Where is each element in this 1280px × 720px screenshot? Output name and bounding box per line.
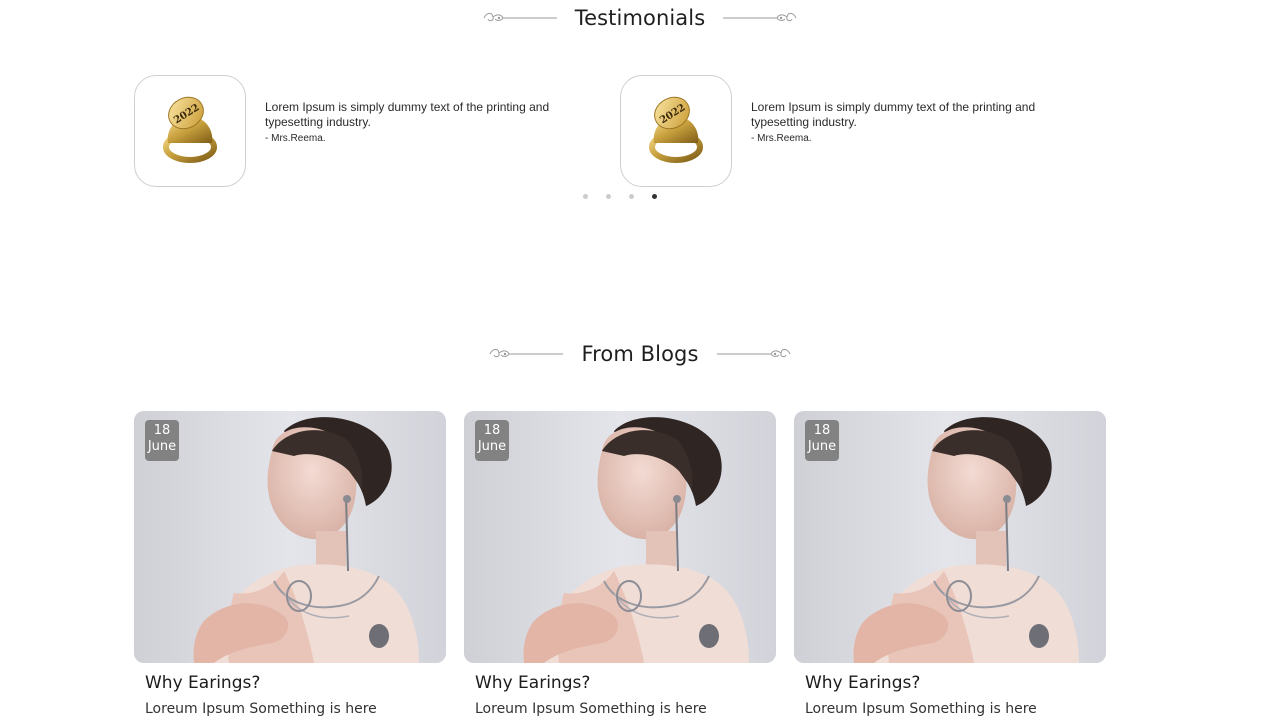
woman-wearing-earrings-photo-icon	[464, 411, 776, 663]
flourish-right-icon	[721, 11, 799, 25]
testimonial-image: 2022	[620, 75, 732, 187]
date-badge: 18 June	[145, 420, 179, 461]
blog-title[interactable]: Why Earings?	[145, 673, 446, 693]
woman-wearing-earrings-photo-icon	[794, 411, 1106, 663]
testimonial-quote: Lorem Ipsum is simply dummy text of the …	[265, 100, 550, 129]
gold-signet-ring-icon: 2022	[649, 96, 703, 163]
blog-title[interactable]: Why Earings?	[475, 673, 776, 693]
date-day: 18	[483, 423, 501, 438]
blog-title[interactable]: Why Earings?	[805, 673, 1106, 693]
testimonial-image: 2022	[134, 75, 246, 187]
blog-card[interactable]: 18 June Why Earings? Loreum Ipsum Someth…	[794, 411, 1106, 717]
testimonial-card: 2022 Lorem Ipsum is simply dummy text of…	[620, 75, 1060, 187]
testimonial-author: - Mrs.Reema.	[265, 133, 326, 144]
blog-image[interactable]: 18 June	[794, 411, 1106, 663]
flourish-left-icon	[481, 11, 559, 25]
blog-description: Loreum Ipsum Something is here	[475, 701, 707, 717]
carousel-dot[interactable]	[629, 194, 634, 199]
date-badge: 18 June	[475, 420, 509, 461]
date-month: June	[477, 439, 507, 454]
carousel-dot[interactable]	[583, 194, 588, 199]
date-month: June	[807, 439, 837, 454]
gold-signet-ring-icon: 2022	[163, 96, 217, 163]
date-badge: 18 June	[805, 420, 839, 461]
blogs-heading: From Blogs	[0, 342, 1280, 366]
carousel-dot[interactable]	[652, 194, 657, 199]
flourish-left-icon	[487, 347, 565, 361]
section-title: From Blogs	[581, 342, 699, 366]
blog-card[interactable]: 18 June Why Earings? Loreum Ipsum Someth…	[134, 411, 446, 717]
date-month: June	[147, 439, 177, 454]
blog-description: Loreum Ipsum Something is here	[805, 701, 1037, 717]
testimonials-heading: Testimonials	[0, 6, 1280, 30]
blog-image[interactable]: 18 June	[464, 411, 776, 663]
testimonial-card: 2022 Lorem Ipsum is simply dummy text of…	[134, 75, 574, 187]
testimonial-quote: Lorem Ipsum is simply dummy text of the …	[751, 100, 1036, 129]
carousel-dots	[583, 194, 657, 199]
flourish-right-icon	[715, 347, 793, 361]
blog-description: Loreum Ipsum Something is here	[145, 701, 377, 717]
blog-card[interactable]: 18 June Why Earings? Loreum Ipsum Someth…	[464, 411, 776, 717]
testimonial-author: - Mrs.Reema.	[751, 133, 812, 144]
date-day: 18	[813, 423, 831, 438]
woman-wearing-earrings-photo-icon	[134, 411, 446, 663]
blog-image[interactable]: 18 June	[134, 411, 446, 663]
section-title: Testimonials	[574, 6, 706, 30]
date-day: 18	[153, 423, 171, 438]
carousel-dot[interactable]	[606, 194, 611, 199]
